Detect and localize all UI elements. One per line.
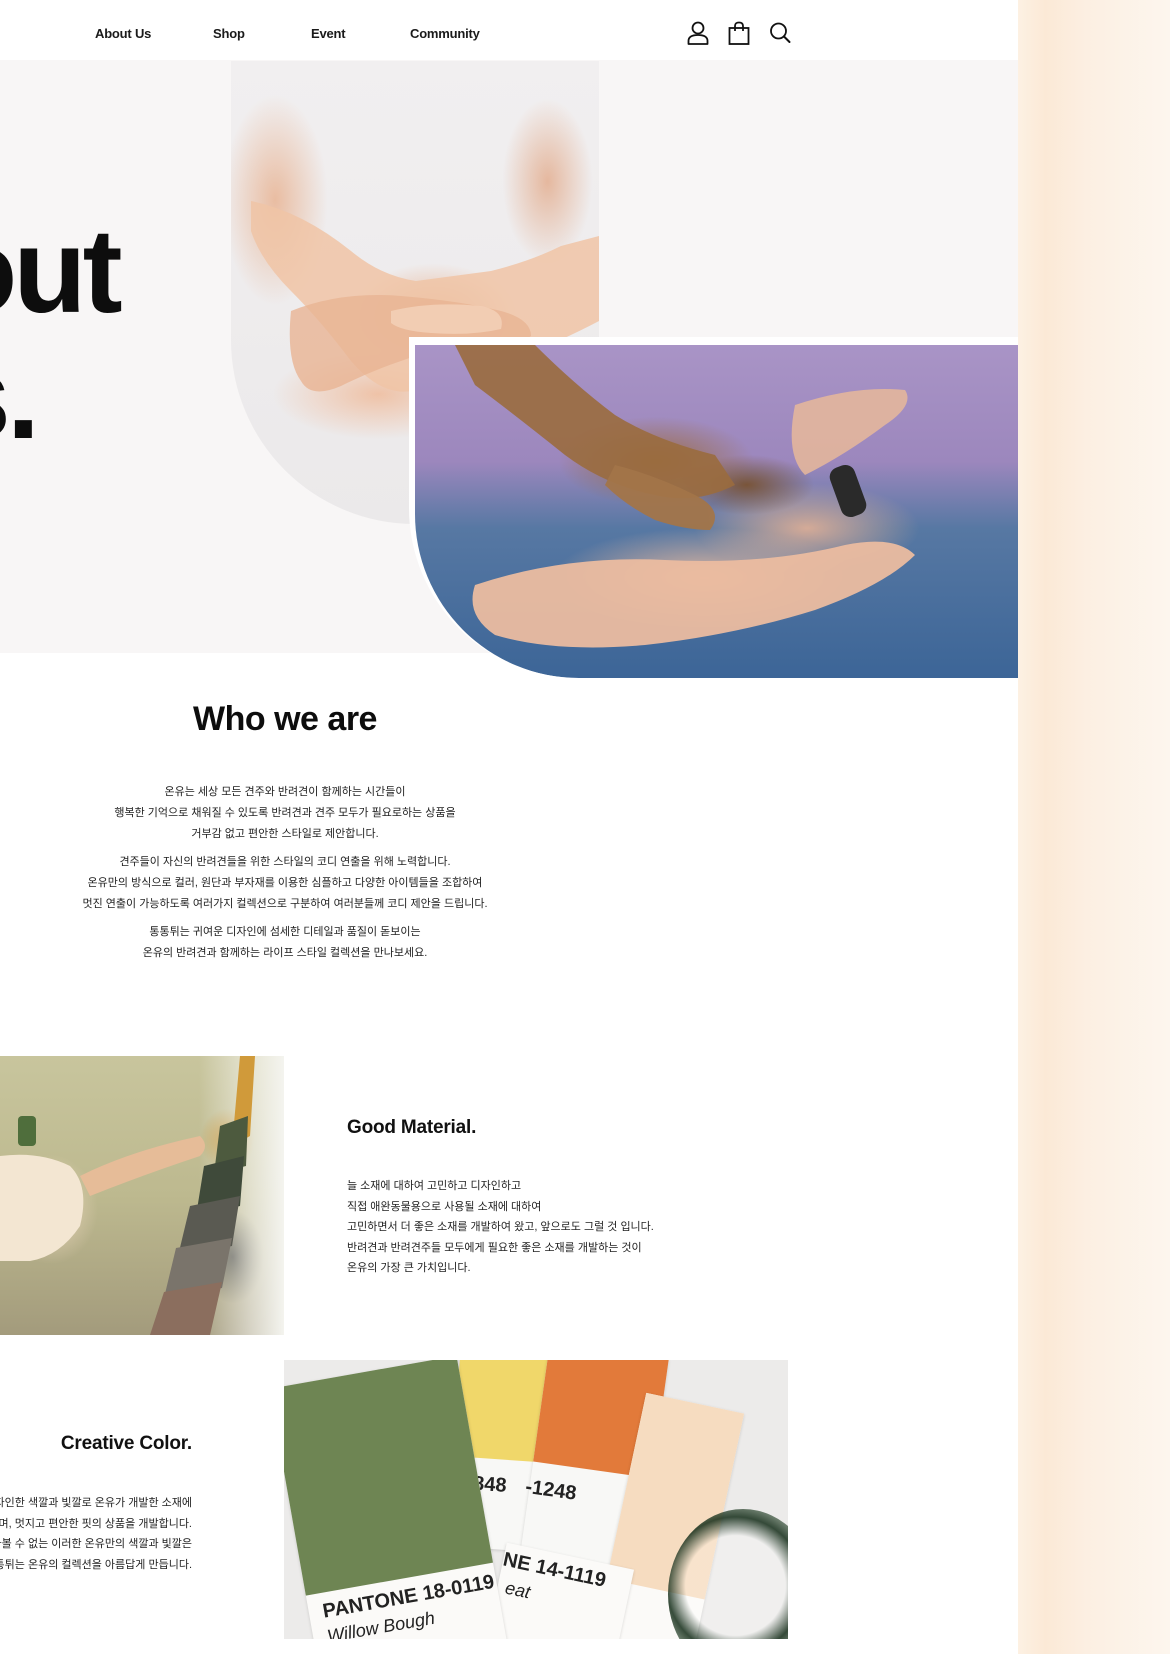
nav-link-shop[interactable]: Shop (213, 26, 245, 41)
nav-link-about-us[interactable]: About Us (95, 26, 151, 41)
good-material-line-4: 반려견과 반려견주들 모두에게 필요한 좋은 소재를 개발하는 것이 (347, 1241, 642, 1254)
side-gradient-panel (1018, 0, 1170, 1654)
creative-color-line-3: 아볼 수 없는 이러한 온유만의 색깔과 빛깔은 (0, 1538, 192, 1551)
nav-link-community[interactable]: Community (410, 26, 480, 41)
who-paragraph-1-line-2: 행복한 기억으로 채워질 수 있도록 반려견과 견주 모두가 필요로하는 상품을 (114, 807, 456, 819)
nav-link-event[interactable]: Event (311, 26, 346, 41)
hero-title-line2: s. (0, 330, 40, 464)
dog-paw-photo-image (415, 345, 1018, 678)
who-paragraph-3-line-2: 온유의 반려견과 함께하는 라이프 스타일 컬렉션을 만나보세요. (142, 947, 428, 959)
good-material-line-2: 직접 애완동물용으로 사용될 소재에 대하여 (347, 1200, 542, 1213)
good-material-title: Good Material. (347, 1117, 477, 1138)
page: About Us Shop Event Community out s. (0, 0, 1018, 1654)
who-paragraph-3-line-1: 통통튀는 귀여운 디자인에 섬세한 디테일과 품질이 돋보이는 (149, 926, 421, 938)
good-material-line-3: 고민하면서 더 좋은 소재를 개발하여 왔고, 앞으로도 그럴 것 입니다. (347, 1221, 654, 1234)
creative-color-line-1: 자인한 색깔과 빛깔로 온유가 개발한 소재에 (0, 1497, 192, 1509)
who-paragraph-2-line-3: 멋진 연출이 가능하도록 여러가지 컬렉션으로 구분하여 여러분들께 코디 제안… (82, 898, 488, 910)
creative-color-line-4: 통통튀는 온유의 컬렉션을 아름답게 만듭니다. (0, 1558, 192, 1571)
who-paragraph-2: 견주들이 자신의 반려견들을 위한 스타일의 코디 연출을 위해 노력합니다. … (60, 852, 510, 915)
who-paragraph-2-line-2: 온유만의 방식으로 컬러, 원단과 부자재를 이용한 심플하고 다양한 아이템들… (87, 877, 483, 889)
who-paragraph-1-line-1: 온유는 세상 모든 견주와 반려견이 함께하는 시간들이 (164, 786, 406, 798)
user-icon[interactable] (686, 20, 710, 46)
good-material-line-1: 늘 소재에 대하여 고민하고 디자인하고 (347, 1180, 522, 1192)
who-paragraph-1-line-3: 거부감 없고 편안한 스타일로 제안합니다. (191, 828, 379, 840)
dog-paw-photo (409, 337, 1018, 678)
hero-title-line1: out (0, 204, 123, 338)
good-material-text: 늘 소재에 대하여 고민하고 디자인하고 직접 애완동물용으로 사용될 소재에 … (347, 1176, 654, 1279)
fabric-swatch-photo (0, 1056, 284, 1335)
creative-color-title: Creative Color. (60, 1433, 192, 1454)
who-paragraph-3: 통통튀는 귀여운 디자인에 섬세한 디테일과 품질이 돋보이는 온유의 반려견과… (60, 922, 510, 964)
pantone-orange-code: -1248 (524, 1475, 578, 1505)
top-nav: About Us Shop Event Community (0, 0, 1018, 60)
who-paragraph-2-line-1: 견주들이 자신의 반려견들을 위한 스타일의 코디 연출을 위해 노력합니다. (119, 856, 451, 868)
shopping-bag-icon[interactable] (727, 20, 751, 46)
creative-color-text: 자인한 색깔과 빛깔로 온유가 개발한 소재에 하며, 멋지고 편안한 핏의 상… (0, 1493, 192, 1575)
pantone-swatch-photo: 848 -1248 NE 14-1119 eat PANTONE 18-0119… (284, 1360, 788, 1639)
pantone-swatch-green (284, 1360, 493, 1596)
creative-color-line-2: 하며, 멋지고 편안한 핏의 상품을 개발합니다. (0, 1517, 192, 1530)
search-icon[interactable] (768, 20, 792, 46)
who-paragraph-1: 온유는 세상 모든 견주와 반려견이 함께하는 시간들이 행복한 기억으로 채워… (60, 782, 510, 845)
who-we-are-title: Who we are (193, 700, 377, 738)
hero-title: out s. (0, 208, 123, 460)
good-material-line-5: 온유의 가장 큰 가치입니다. (347, 1262, 471, 1275)
pantone-peach-name: eat (503, 1577, 533, 1603)
